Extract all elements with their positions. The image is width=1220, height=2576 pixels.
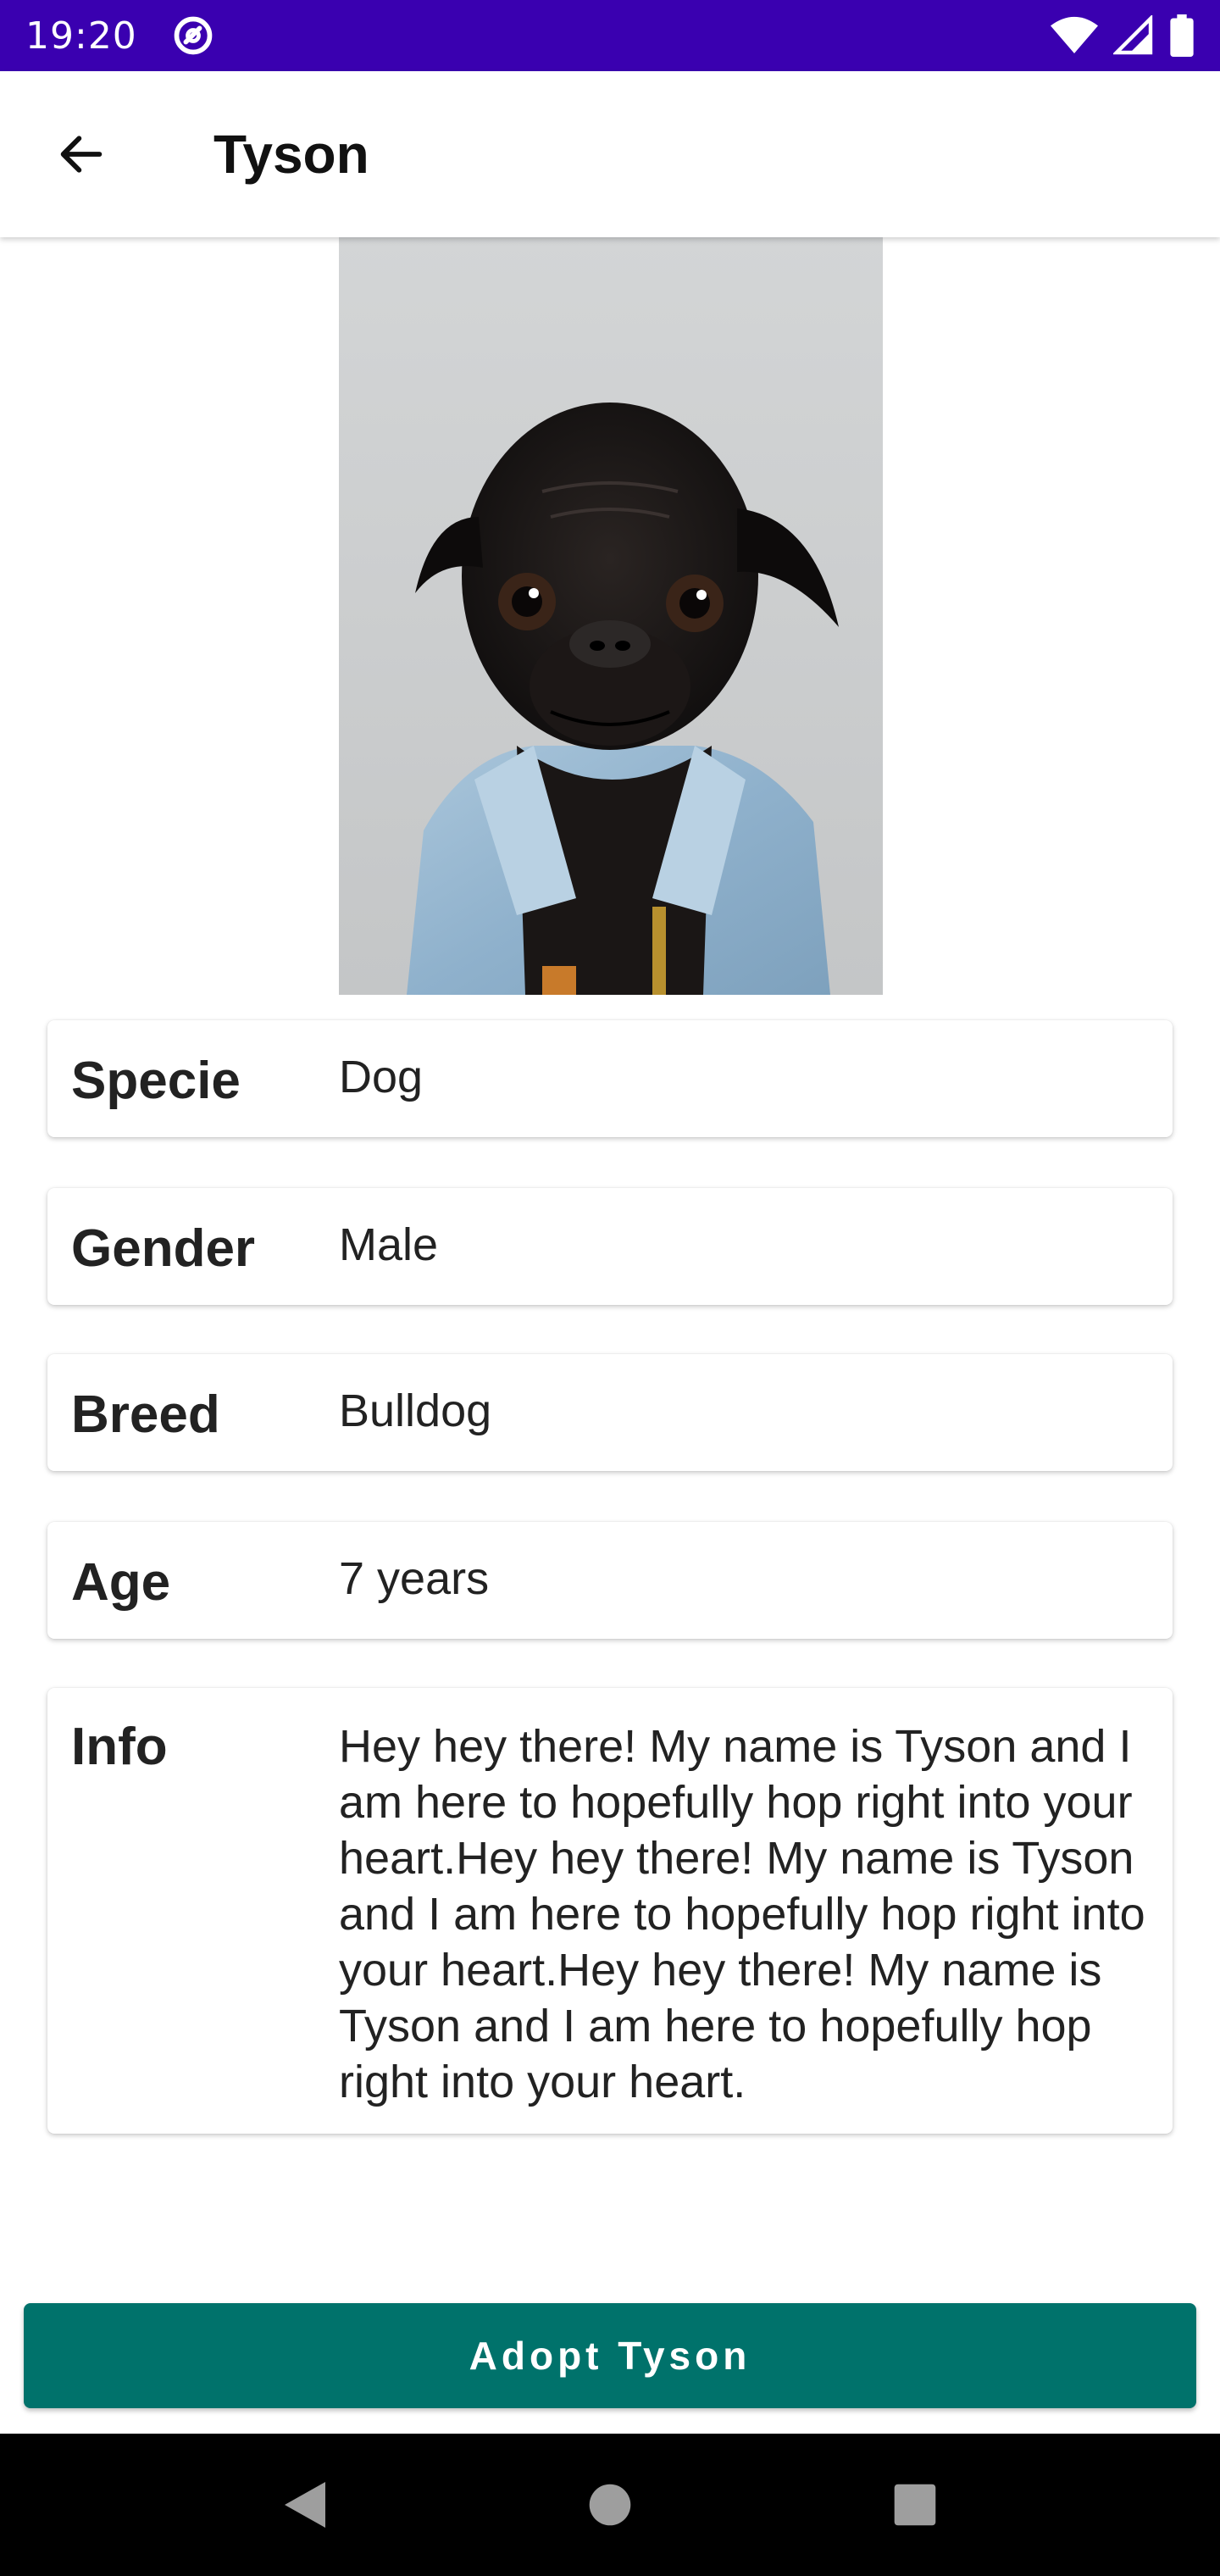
arrow-left-icon [60,136,103,173]
detail-card-age: Age 7 years [47,1522,1173,1639]
detail-value: 7 years [339,1553,490,1604]
nav-back-button[interactable] [254,2454,356,2556]
detail-label: Breed [71,1385,220,1444]
pet-photo [339,237,883,995]
detail-label: Specie [71,1052,241,1110]
detail-value: Bulldog [339,1385,492,1436]
signal-icon [1113,15,1153,55]
nav-home-button[interactable] [559,2454,661,2556]
detail-value: Male [339,1219,439,1270]
info-text: Hey hey there! My name is Tyson and I am… [339,1721,1145,2107]
detail-card-specie: Specie Dog [47,1020,1173,1137]
battery-icon [1170,14,1194,57]
recents-square-icon [894,2484,936,2526]
detail-label: Age [71,1553,171,1612]
nav-recents-button[interactable] [864,2454,966,2556]
status-time: 19:20 [25,14,137,58]
info-label: Info [71,1718,168,1776]
detail-card-info: Info Hey hey there! My name is Tyson and… [47,1688,1173,2134]
detail-value: Dog [339,1052,424,1102]
adopt-button[interactable]: Adopt Tyson [24,2303,1196,2408]
at-sign-icon [174,16,213,55]
pet-detail-screen: 19:20 Tyson Specie Dog Gender Male Breed… [0,0,1220,2576]
back-triangle-icon [285,2482,325,2528]
app-bar: Tyson [0,71,1220,237]
detail-label: Gender [71,1219,256,1278]
home-circle-icon [589,2484,631,2526]
detail-card-gender: Gender Male [47,1188,1173,1305]
page-title: Tyson [214,124,369,185]
wifi-icon [1051,16,1098,53]
pug-illustration [339,237,883,995]
back-button[interactable] [30,103,132,205]
status-icons [1051,14,1195,57]
status-bar: 19:20 [0,0,1220,71]
detail-card-breed: Breed Bulldog [47,1354,1173,1471]
system-nav-bar [0,2434,1220,2576]
